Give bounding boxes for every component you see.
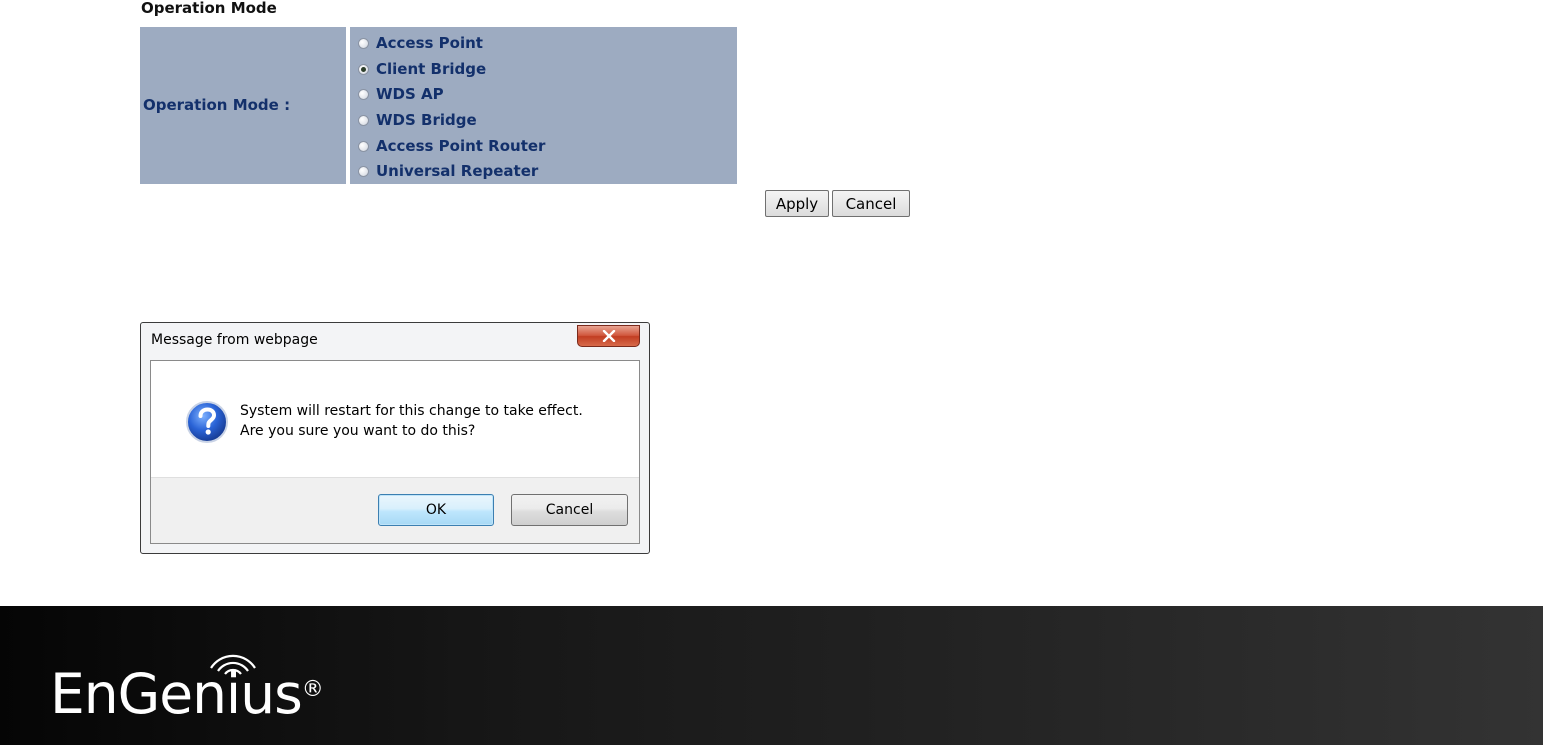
option-label: Access Point [376,34,483,52]
radio-access-point-router[interactable] [358,140,369,152]
dialog-cancel-button[interactable]: Cancel [511,494,628,526]
registered-mark: ® [301,677,324,702]
option-client-bridge[interactable]: Client Bridge [358,58,486,80]
option-label: Client Bridge [376,60,487,78]
dialog-content: System will restart for this change to t… [151,361,639,477]
footer-banner: EnGenius® [0,606,1543,745]
radio-client-bridge[interactable] [358,63,369,75]
option-access-point-router[interactable]: Access Point Router [358,135,545,157]
dialog-title: Message from webpage [151,332,318,348]
radio-universal-repeater[interactable] [358,165,369,177]
dialog-message-line: System will restart for this change to t… [240,403,583,419]
operation-mode-options: Access Point Client Bridge WDS AP WDS Br… [350,27,737,184]
close-button[interactable] [577,325,640,347]
logo-text: EnGenius® [50,664,324,724]
ok-button[interactable]: OK [378,494,494,526]
engenius-logo: EnGenius® [50,646,370,726]
dialog-message-line: Are you sure you want to do this? [240,423,476,439]
confirm-dialog: Message from webpage System will restart… [140,322,650,554]
logo-wordmark: EnGenius [50,662,303,726]
option-label: Universal Repeater [376,162,539,180]
option-label: WDS AP [376,85,444,103]
radio-access-point[interactable] [358,37,369,49]
radio-wds-ap[interactable] [358,88,369,100]
dialog-message: System will restart for this change to t… [240,401,583,441]
close-icon [602,330,615,342]
option-label: WDS Bridge [376,111,477,129]
dialog-footer: OK Cancel [151,477,639,543]
option-access-point[interactable]: Access Point [358,32,483,54]
cancel-button[interactable]: Cancel [832,190,910,217]
option-wds-ap[interactable]: WDS AP [358,83,444,105]
option-wds-bridge[interactable]: WDS Bridge [358,109,477,131]
option-universal-repeater[interactable]: Universal Repeater [358,160,538,182]
apply-button[interactable]: Apply [765,190,829,217]
operation-mode-label-cell: Operation Mode : [140,27,346,184]
question-icon [186,401,228,443]
dialog-body: System will restart for this change to t… [150,360,640,544]
option-label: Access Point Router [376,137,546,155]
section-title: Operation Mode [141,0,277,17]
operation-mode-label: Operation Mode : [143,96,291,114]
radio-wds-bridge[interactable] [358,114,369,126]
operation-mode-table: Operation Mode : Access Point Client Bri… [140,27,737,184]
